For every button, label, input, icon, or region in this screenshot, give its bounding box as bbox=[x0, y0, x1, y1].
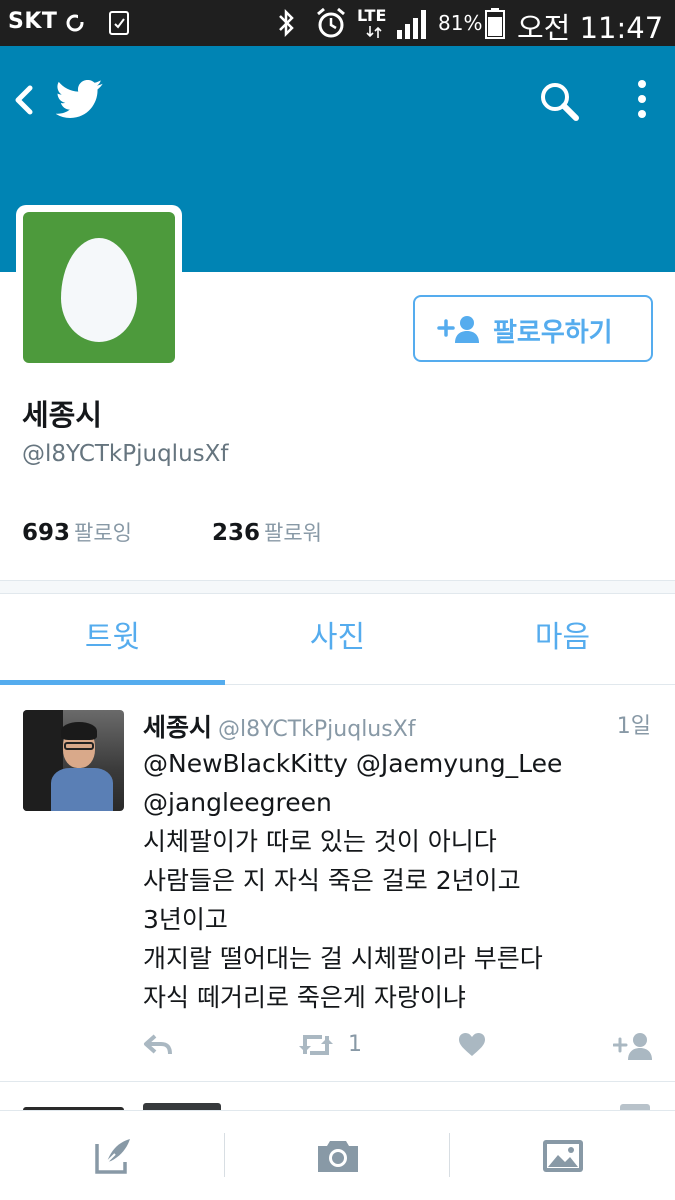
retweet-icon[interactable] bbox=[298, 1032, 334, 1058]
tweet-item[interactable]: 세종시 @l8YCTkPjuqlusXf 1일 @NewBlackKitty @J… bbox=[0, 686, 675, 1082]
avatar-photo-hair bbox=[61, 722, 97, 740]
followers-count: 236 bbox=[212, 520, 261, 546]
alarm-icon bbox=[317, 7, 345, 38]
bluetooth-icon bbox=[279, 8, 294, 38]
tweet-text-line: 자식 떼거리로 죽은게 자랑이냐 bbox=[143, 983, 466, 1012]
avatar-photo-glasses bbox=[64, 742, 94, 750]
profile-avatar[interactable] bbox=[16, 205, 182, 370]
gallery-icon bbox=[542, 1140, 583, 1172]
signal-icon bbox=[397, 10, 426, 39]
data-arrows-icon bbox=[366, 26, 382, 38]
reply-icon[interactable] bbox=[143, 1032, 173, 1058]
sync-icon bbox=[66, 14, 86, 32]
carrier-label: SKT bbox=[8, 9, 58, 34]
bottom-action-bar bbox=[0, 1110, 675, 1200]
add-user-icon bbox=[437, 316, 479, 343]
tweet-text: @NewBlackKitty @Jaemyung_Lee @jangleegre… bbox=[143, 744, 643, 1017]
retweet-count: 1 bbox=[348, 1032, 362, 1057]
tab-tweets[interactable]: 트윗 bbox=[0, 595, 225, 684]
battery-icon bbox=[485, 8, 505, 39]
tweet-text-line: 개지랄 떨어대는 걸 시체팔이라 부른다 bbox=[143, 944, 543, 973]
egg-icon bbox=[61, 238, 137, 342]
tweet-text-line: 3년이고 bbox=[143, 905, 228, 934]
tweet-actions: 1 bbox=[143, 1032, 655, 1062]
tweet-avatar[interactable] bbox=[23, 710, 124, 811]
follow-icon[interactable] bbox=[613, 1032, 655, 1060]
profile-name: 세종시 bbox=[22, 398, 103, 432]
camera-button[interactable] bbox=[225, 1111, 450, 1200]
tweet-text-line: 시체팔이가 따로 있는 것이 아니다 bbox=[143, 827, 497, 856]
following-label: 팔로잉 bbox=[74, 521, 132, 545]
avatar-photo-body bbox=[51, 768, 113, 811]
status-bar: SKT LTE 81% 오전 11:47 bbox=[0, 0, 675, 46]
tab-selected-indicator bbox=[0, 680, 225, 685]
avatar-background bbox=[23, 212, 175, 363]
clock: 오전 11:47 bbox=[517, 11, 664, 45]
camera-icon bbox=[317, 1141, 358, 1172]
tweet-text-line: @jangleegreen bbox=[143, 788, 332, 817]
tweet-timestamp: 1일 bbox=[616, 714, 651, 739]
search-icon[interactable] bbox=[538, 80, 580, 122]
tweet-author-name[interactable]: 세종시 bbox=[143, 713, 212, 742]
followers-stat[interactable]: 236 팔로워 bbox=[212, 517, 322, 547]
profile-handle: @l8YCTkPjuqlusXf bbox=[22, 441, 229, 467]
profile-tabs: 트윗 사진 마음 bbox=[0, 595, 675, 685]
compose-tweet-button[interactable] bbox=[0, 1111, 225, 1200]
twitter-logo[interactable] bbox=[56, 80, 104, 120]
follow-button-label: 팔로우하기 bbox=[493, 318, 613, 348]
tweet-text-line: @NewBlackKitty @Jaemyung_Lee bbox=[143, 749, 563, 778]
tab-photos[interactable]: 사진 bbox=[225, 595, 450, 684]
like-icon[interactable] bbox=[458, 1032, 486, 1058]
section-divider bbox=[0, 580, 675, 594]
following-stat[interactable]: 693 팔로잉 bbox=[22, 517, 132, 547]
followers-label: 팔로워 bbox=[264, 521, 322, 545]
tab-likes[interactable]: 마음 bbox=[450, 595, 675, 684]
compose-tweet-icon bbox=[94, 1139, 130, 1174]
following-count: 693 bbox=[22, 520, 71, 546]
tweet-text-line: 사람들은 지 자식 죽은 걸로 2년이고 bbox=[143, 866, 521, 895]
follow-button[interactable]: 팔로우하기 bbox=[413, 295, 653, 362]
battery-percent: 81% bbox=[438, 11, 483, 35]
screenshot-icon bbox=[109, 11, 129, 35]
tweet-header: 세종시 @l8YCTkPjuqlusXf bbox=[143, 708, 416, 744]
lte-icon: LTE bbox=[357, 6, 387, 25]
gallery-button[interactable] bbox=[450, 1111, 675, 1200]
tweet-author-handle[interactable]: @l8YCTkPjuqlusXf bbox=[218, 717, 416, 742]
more-icon[interactable] bbox=[634, 78, 650, 122]
back-icon[interactable] bbox=[12, 82, 36, 118]
